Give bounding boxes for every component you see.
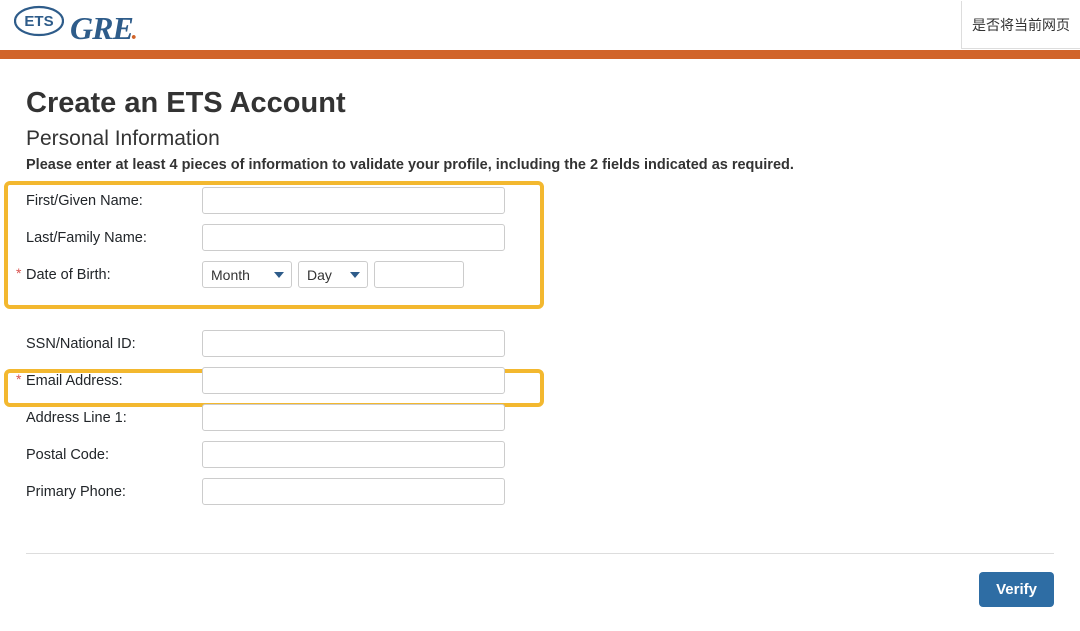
translate-tab[interactable]: 是否将当前网页 — [961, 1, 1080, 49]
verify-button[interactable]: Verify — [979, 572, 1054, 607]
first-name-label: First/Given Name: — [26, 193, 202, 209]
svg-text:ETS: ETS — [24, 13, 53, 30]
form-area: First/Given Name: Last/Family Name: * Da… — [26, 187, 1054, 505]
orange-divider-bar — [0, 50, 1080, 59]
field-row-phone: Primary Phone: — [26, 478, 1054, 505]
field-row-first-name: First/Given Name: — [26, 187, 1054, 214]
gre-brand-text: GRE. — [70, 10, 136, 47]
address1-label: Address Line 1: — [26, 410, 202, 426]
ssn-input[interactable] — [202, 330, 505, 357]
field-row-last-name: Last/Family Name: — [26, 224, 1054, 251]
address1-input[interactable] — [202, 404, 505, 431]
email-label: Email Address: — [26, 373, 202, 389]
last-name-input[interactable] — [202, 224, 505, 251]
month-select-wrap: Month — [202, 261, 292, 288]
day-select[interactable]: Day — [298, 261, 368, 288]
page-header: ETS GRE. 是否将当前网页 — [0, 0, 1080, 50]
page-title: Create an ETS Account — [26, 87, 1054, 120]
required-star-icon: * — [16, 371, 21, 387]
postal-input[interactable] — [202, 441, 505, 468]
last-name-label: Last/Family Name: — [26, 230, 202, 246]
required-star-icon: * — [16, 265, 21, 281]
ssn-label: SSN/National ID: — [26, 336, 202, 352]
phone-input[interactable] — [202, 478, 505, 505]
email-input[interactable] — [202, 367, 505, 394]
content-area: Create an ETS Account Personal Informati… — [0, 59, 1080, 554]
logo-wrap: ETS GRE. — [14, 5, 136, 45]
phone-label: Primary Phone: — [26, 484, 202, 500]
month-select[interactable]: Month — [202, 261, 292, 288]
dob-label: Date of Birth: — [26, 267, 202, 283]
field-row-address1: Address Line 1: — [26, 404, 1054, 431]
year-input[interactable] — [374, 261, 464, 288]
field-row-email: * Email Address: — [26, 367, 1054, 394]
button-row: Verify — [0, 554, 1080, 607]
postal-label: Postal Code: — [26, 447, 202, 463]
page-subtitle: Personal Information — [26, 127, 1054, 151]
day-select-wrap: Day — [298, 261, 368, 288]
instructions-text: Please enter at least 4 pieces of inform… — [26, 157, 1054, 173]
field-row-postal: Postal Code: — [26, 441, 1054, 468]
field-row-ssn: SSN/National ID: — [26, 330, 1054, 357]
ets-logo-icon: ETS — [14, 5, 64, 37]
first-name-input[interactable] — [202, 187, 505, 214]
dob-group: Month Day — [202, 261, 464, 288]
field-row-dob: * Date of Birth: Month Day — [26, 261, 1054, 288]
